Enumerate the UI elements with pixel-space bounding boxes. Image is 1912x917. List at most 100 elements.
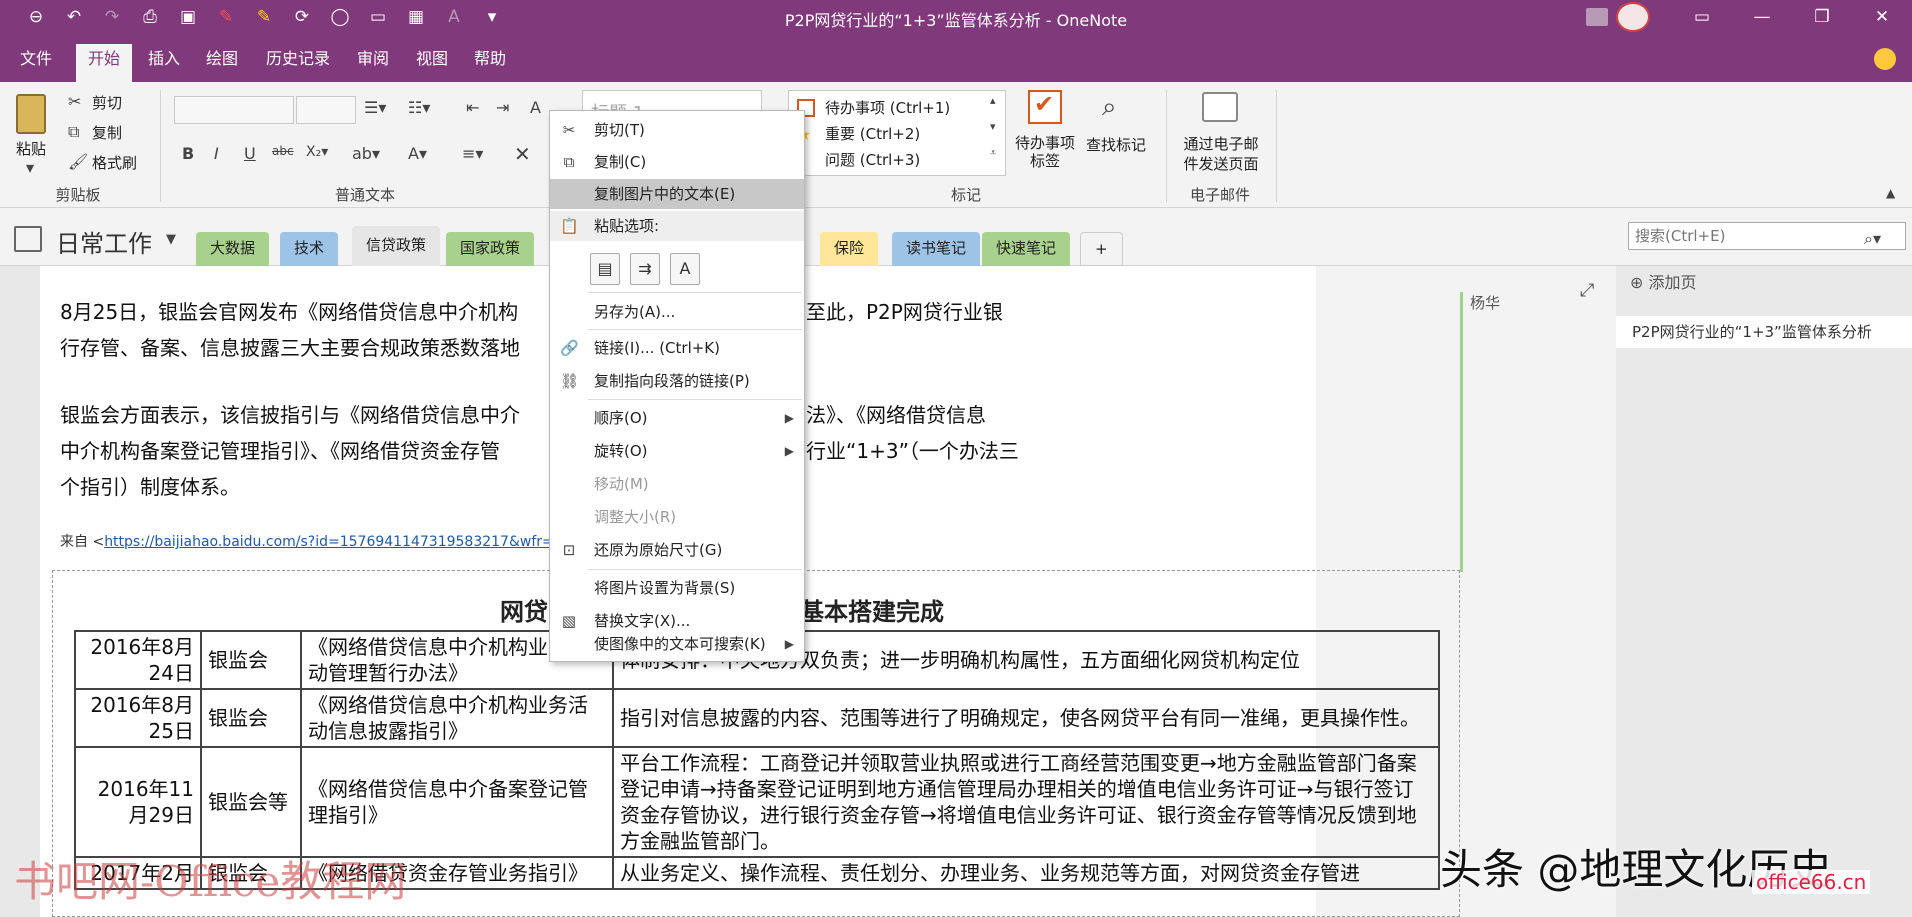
menu-item-copy-text-from-picture[interactable]: 复制图片中的文本(E): [550, 179, 804, 209]
restore-ribbon-icon[interactable]: ▭: [1672, 0, 1732, 34]
minimize-icon[interactable]: —: [1732, 0, 1792, 34]
notebook-dropdown-icon[interactable]: ▼: [166, 232, 176, 247]
highlight-color-icon[interactable]: ab▾: [352, 144, 380, 163]
add-page-button[interactable]: ⊕ 添加页: [1630, 270, 1697, 296]
format-painter-button[interactable]: 格式刷: [92, 152, 137, 173]
menu-item-order[interactable]: 顺序(O) ▶: [550, 403, 804, 433]
tag-important[interactable]: 重要 (Ctrl+2): [825, 123, 920, 144]
source-link[interactable]: https://baijiahao.baidu.com/s?id=1576941…: [104, 534, 574, 550]
section-tab-credit-policy[interactable]: 信贷政策: [352, 226, 441, 266]
menu-item-move: 移动(M): [594, 475, 649, 493]
search-input[interactable]: 搜索(Ctrl+E) ⌕▾: [1628, 222, 1906, 250]
menu-separator: [588, 329, 802, 330]
collapse-ribbon-icon[interactable]: ▲: [1886, 186, 1895, 200]
print-icon[interactable]: ⎙: [134, 5, 166, 29]
search-icon[interactable]: ⌕▾: [1864, 226, 1881, 252]
close-icon[interactable]: ✕: [1852, 0, 1912, 34]
page-list-item[interactable]: P2P网贷行业的“1+3”监管体系分析: [1616, 316, 1912, 348]
source-line: 来自 <https://baijiahao.baidu.com/s?id=157…: [60, 531, 574, 551]
menu-item-copy-link-to-paragraph[interactable]: ⛓ 复制指向段落的链接(P): [550, 366, 804, 396]
numbering-icon[interactable]: ☷▾: [408, 98, 430, 117]
pen-red-icon[interactable]: ✎: [210, 5, 242, 29]
paste-merge-formatting-icon[interactable]: ⇉: [630, 253, 660, 285]
menu-item-save-as[interactable]: 另存为(A)...: [550, 297, 804, 327]
menu-item-copy[interactable]: ⧉ 复制(C): [550, 147, 804, 177]
menu-item-make-text-searchable[interactable]: 使图像中的文本可搜索(K) ▶: [550, 629, 804, 659]
tab-review[interactable]: 审阅: [345, 44, 401, 82]
table-cell-desc: 平台工作流程：工商登记并领取营业执照或进行工商经营范围变更→地方金融监管部门备案…: [612, 746, 1440, 858]
tab-view[interactable]: 视图: [404, 44, 460, 82]
cut-button[interactable]: 剪切: [92, 92, 122, 113]
section-tab-quick-notes[interactable]: 快速笔记: [982, 232, 1071, 266]
tab-history[interactable]: 历史记录: [254, 44, 342, 82]
align-icon[interactable]: ≡▾: [462, 144, 483, 163]
menu-item-restore-size[interactable]: ⊡ 还原为原始尺寸(G): [550, 535, 804, 565]
clear-formatting-icon[interactable]: A: [530, 98, 541, 117]
tab-file[interactable]: 文件: [8, 44, 64, 82]
paste-button[interactable]: 粘贴: [16, 138, 46, 159]
menu-item-rotate[interactable]: 旋转(O) ▶: [550, 436, 804, 466]
copy-icon: ⧉: [563, 153, 575, 171]
tab-insert[interactable]: 插入: [136, 44, 192, 82]
notebook-icon[interactable]: [14, 226, 42, 252]
feedback-smiley-icon[interactable]: [1874, 48, 1896, 70]
email-page-button[interactable]: 通过电子邮 件发送页面: [1172, 134, 1270, 174]
menu-item-link[interactable]: 🔗 链接(I)... (Ctrl+K): [550, 333, 804, 363]
section-tab-national-policy[interactable]: 国家政策: [446, 232, 535, 266]
italic-icon[interactable]: I: [214, 144, 219, 163]
section-tab-reading-notes[interactable]: 读书笔记: [892, 232, 981, 266]
account-name[interactable]: [1586, 8, 1608, 26]
copy-icon: ⧉: [68, 122, 80, 141]
tag-question[interactable]: 问题 (Ctrl+3): [825, 149, 920, 170]
format-icon[interactable]: A: [438, 5, 470, 29]
menu-item-set-as-background[interactable]: 将图片设置为背景(S): [550, 573, 804, 603]
strikethrough-icon[interactable]: abc: [272, 144, 294, 158]
tab-help[interactable]: 帮助: [462, 44, 518, 82]
tags-scroll-up-icon[interactable]: ▴: [990, 94, 996, 107]
customize-icon[interactable]: ▾: [476, 5, 508, 29]
notebook-name[interactable]: 日常工作: [56, 224, 152, 259]
font-name-combo[interactable]: [174, 96, 294, 124]
paste-text-only-icon[interactable]: A: [670, 253, 700, 285]
undo-icon[interactable]: ↶: [58, 5, 90, 29]
print-preview-icon[interactable]: ▣: [172, 5, 204, 29]
watermark-corner: office66.cn: [1752, 870, 1871, 894]
save-icon[interactable]: ▭: [362, 5, 394, 29]
tag-todo[interactable]: 待办事项 (Ctrl+1): [825, 97, 950, 118]
font-color-icon[interactable]: A▾: [408, 144, 427, 163]
tags-more-icon[interactable]: ⩡: [990, 146, 996, 160]
decrease-indent-icon[interactable]: ⇤: [466, 98, 479, 117]
delete-icon[interactable]: ✕: [514, 142, 531, 166]
find-tags-button[interactable]: 查找标记: [1086, 134, 1146, 155]
section-tab-tech[interactable]: 技术: [280, 232, 339, 266]
paste-dropdown-icon[interactable]: ▾: [26, 158, 34, 177]
table-cell-doc: 《网络借贷信息中介备案登记管理指引》: [300, 746, 614, 858]
paragraph-line: 8月25日，银监会官网发布《网络借贷信息中介机构: [60, 300, 519, 324]
expand-icon[interactable]: ⤢: [1580, 280, 1594, 301]
menu-item-cut[interactable]: ✂ 剪切(T): [550, 115, 804, 145]
tab-home[interactable]: 开始: [76, 44, 133, 82]
paste-keep-formatting-icon[interactable]: ▤: [590, 253, 620, 285]
add-section-button[interactable]: +: [1080, 232, 1123, 266]
copy-button[interactable]: 复制: [92, 122, 122, 143]
section-tab-insurance[interactable]: 保险: [820, 232, 879, 266]
bullets-icon[interactable]: ☰▾: [364, 98, 386, 117]
send-icon[interactable]: ▦: [400, 5, 432, 29]
font-size-combo[interactable]: [296, 96, 356, 124]
paste-icon[interactable]: [16, 94, 46, 134]
lasso-icon[interactable]: ◯: [324, 5, 356, 29]
back-icon[interactable]: ⊖: [20, 5, 52, 29]
section-tab-bigdata[interactable]: 大数据: [196, 232, 270, 266]
tags-scroll-down-icon[interactable]: ▾: [990, 120, 996, 133]
avatar[interactable]: [1616, 2, 1650, 32]
maximize-icon[interactable]: ❐: [1792, 0, 1852, 34]
underline-icon[interactable]: U: [244, 144, 256, 163]
todo-tag-button[interactable]: 待办事项 标签: [1012, 134, 1078, 170]
subscript-icon[interactable]: X₂▾: [306, 144, 328, 160]
increase-indent-icon[interactable]: ⇥: [496, 98, 509, 117]
tab-draw[interactable]: 绘图: [194, 44, 250, 82]
redo-icon[interactable]: ↷: [96, 5, 128, 29]
bold-icon[interactable]: B: [182, 144, 194, 163]
highlighter-yellow-icon[interactable]: ✎: [248, 5, 280, 29]
sync-icon[interactable]: ⟳: [286, 5, 318, 29]
